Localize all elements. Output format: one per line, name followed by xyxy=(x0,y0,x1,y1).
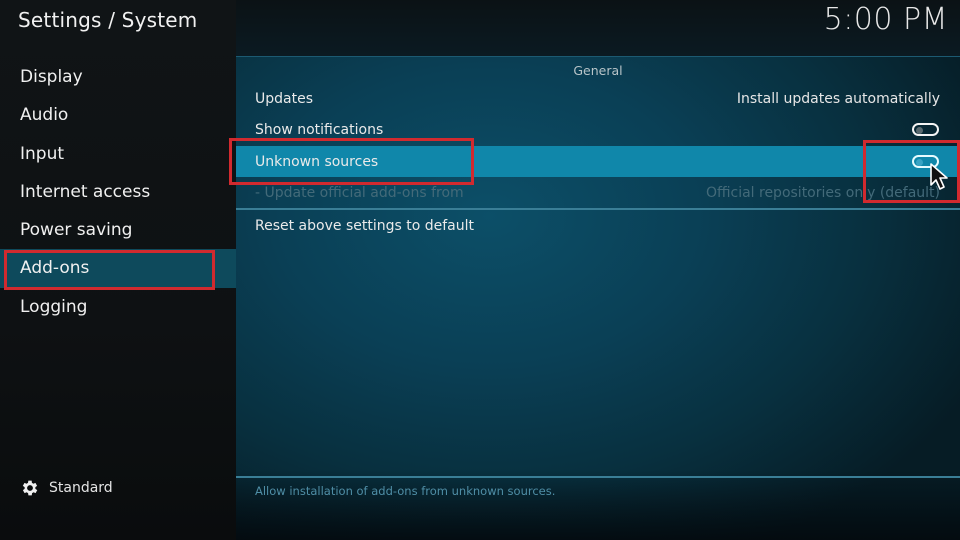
setting-value: Install updates automatically xyxy=(736,90,940,107)
setting-unknown-sources[interactable]: Unknown sources xyxy=(236,146,960,177)
nav-item-internet-access[interactable]: Internet access xyxy=(0,173,236,211)
nav-item-input[interactable]: Input xyxy=(0,135,236,173)
setting-label: Show notifications xyxy=(255,121,384,138)
setting-label: - Update official add-ons from xyxy=(255,184,464,201)
nav-item-add-ons[interactable]: Add-ons xyxy=(0,249,236,288)
clock: 5:00 PM xyxy=(823,2,948,37)
settings-panel xyxy=(236,0,960,540)
settings-level-button[interactable]: Standard xyxy=(20,478,113,498)
setting-label: Unknown sources xyxy=(255,153,379,170)
help-text: Allow installation of add-ons from unkno… xyxy=(255,484,556,498)
top-divider xyxy=(236,56,960,57)
setting-value: Official repositories only (default) xyxy=(705,184,940,201)
nav-item-label: Internet access xyxy=(20,181,151,202)
nav-item-label: Input xyxy=(20,143,65,164)
gear-icon xyxy=(22,480,38,496)
nav-item-label: Audio xyxy=(20,105,69,126)
nav-item-label: Display xyxy=(20,67,83,87)
section-header-general: General xyxy=(573,63,623,78)
setting-label: Updates xyxy=(255,90,313,107)
setting-update-official-addons: - Update official add-ons from Official … xyxy=(236,177,960,208)
nav-item-audio[interactable]: Audio xyxy=(0,96,236,134)
show-notifications-toggle[interactable] xyxy=(912,123,939,136)
setting-show-notifications[interactable]: Show notifications xyxy=(236,114,960,145)
nav-item-logging[interactable]: Logging xyxy=(0,288,236,326)
nav-item-label: Add-ons xyxy=(20,258,90,279)
nav-item-display[interactable]: Display xyxy=(0,58,236,96)
toggle-knob xyxy=(916,126,923,134)
nav-item-label: Power saving xyxy=(20,220,133,241)
reset-settings-button[interactable]: Reset above settings to default xyxy=(236,210,960,241)
setting-label: Reset above settings to default xyxy=(255,217,474,234)
nav-item-power-saving[interactable]: Power saving xyxy=(0,211,236,249)
toggle-knob xyxy=(916,158,923,166)
nav-item-label: Logging xyxy=(20,296,88,317)
mouse-cursor-icon xyxy=(930,163,948,190)
settings-level-label: Standard xyxy=(49,480,113,496)
category-nav: Display Audio Input Internet access Powe… xyxy=(0,58,236,326)
help-divider xyxy=(236,476,960,478)
setting-updates[interactable]: Updates Install updates automatically xyxy=(236,83,960,114)
page-title: Settings / System xyxy=(18,8,198,32)
